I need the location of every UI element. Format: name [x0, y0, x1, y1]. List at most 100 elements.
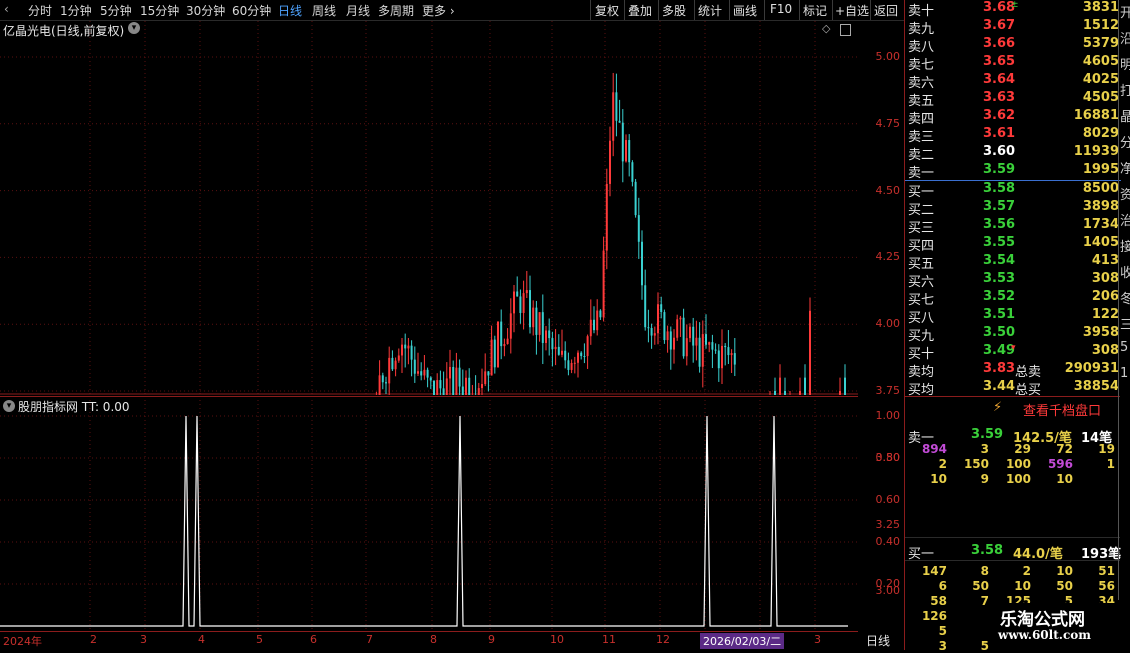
queue-order-size: 50: [972, 579, 989, 593]
candle-body: [809, 310, 811, 395]
tool-overlay-button[interactable]: 叠加: [628, 2, 652, 19]
candle-body: [391, 357, 394, 370]
order-book-row[interactable]: 买六 3.53 308: [905, 271, 1121, 290]
indicator-panel[interactable]: ▾ 股朋指标网 TT: 0.00: [0, 396, 858, 630]
order-book-row[interactable]: 卖三 3.61 8029: [905, 126, 1121, 145]
price-tick-label: 4.50: [875, 183, 901, 197]
tab-monthly[interactable]: 月线: [346, 2, 370, 19]
order-book-row[interactable]: 买三 3.56 1734: [905, 217, 1121, 236]
tab-30min[interactable]: 30分钟: [186, 2, 225, 19]
candle-body: [605, 183, 608, 251]
tab-weekly[interactable]: 周线: [312, 2, 336, 19]
candle-body: [394, 360, 397, 370]
indicator-options-icon[interactable]: ▾: [3, 400, 15, 412]
order-book-row[interactable]: 买十 3.49 308 ▾: [905, 343, 1121, 362]
tool-add-watchlist-button[interactable]: +自选: [835, 2, 869, 19]
level-label: 卖七: [908, 58, 935, 73]
tab-more[interactable]: 更多 ›: [422, 2, 455, 19]
summary-row: 买均 3.44 总买 38854: [905, 379, 1121, 398]
queue-order-size: 10: [1056, 564, 1073, 578]
tool-stats-button[interactable]: 统计: [698, 2, 722, 19]
candle-body: [477, 388, 480, 395]
candle-body: [730, 353, 733, 356]
level-label: 卖四: [908, 112, 935, 127]
queue-price: 3.58: [971, 543, 1004, 558]
order-book-row[interactable]: 买四 3.55 1405: [905, 235, 1121, 254]
candle-body: [397, 355, 400, 361]
candle-body: [426, 369, 429, 378]
candle-body: [637, 215, 640, 242]
candle-body: [401, 344, 403, 356]
tool-adjust-button[interactable]: 复权: [595, 2, 619, 19]
candle-body: [573, 362, 576, 364]
queue-head-row[interactable]: 买一 3.58 44.0/笔 193笔: [905, 543, 1121, 562]
order-book-row[interactable]: 买五 3.54 413: [905, 253, 1121, 272]
tool-mark-button[interactable]: 标记: [803, 2, 827, 19]
chart-options-icon[interactable]: ▾: [128, 22, 140, 34]
level-label: 卖九: [908, 22, 935, 37]
order-book-row[interactable]: 卖六 3.64 4025: [905, 72, 1121, 91]
panel-toggle-icon[interactable]: [840, 24, 851, 36]
order-book-row[interactable]: 买一 3.58 8500: [905, 181, 1121, 200]
order-book-row[interactable]: 买九 3.50 3958: [905, 325, 1121, 344]
level-volume: 4505: [1082, 90, 1119, 105]
level-volume: 308: [1091, 343, 1119, 358]
order-book-row[interactable]: 卖五 3.63 4505: [905, 90, 1121, 109]
tab-15min[interactable]: 15分钟: [140, 2, 179, 19]
summary-label: 卖均: [908, 365, 935, 380]
menu-arrow-icon[interactable]: ‹: [4, 2, 9, 16]
level-price: 3.58: [983, 181, 1016, 196]
tab-5min[interactable]: 5分钟: [100, 2, 132, 19]
diamond-icon[interactable]: ◇: [822, 22, 830, 35]
order-book-row[interactable]: 卖七 3.65 4605: [905, 54, 1121, 73]
tab-1min[interactable]: 1分钟: [60, 2, 92, 19]
level-volume: 16881: [1073, 108, 1119, 123]
level-label: 卖八: [908, 40, 935, 55]
tool-back-button[interactable]: 返回: [874, 2, 898, 19]
candle-body: [599, 310, 602, 318]
candle-body: [439, 380, 442, 389]
candle-body: [695, 337, 698, 346]
tab-multi-period[interactable]: 多周期: [378, 2, 414, 19]
order-book-row[interactable]: 买二 3.57 3898: [905, 199, 1121, 218]
candle-body: [410, 345, 413, 360]
candle-body: [621, 122, 624, 162]
level-label: 买七: [908, 293, 935, 308]
candle-body: [839, 391, 841, 395]
indicator-svg: [0, 396, 858, 630]
queue-order-size: 100: [1005, 457, 1031, 471]
tab-fenshi[interactable]: 分时: [28, 2, 52, 19]
date-tick-label: 10: [550, 633, 564, 646]
date-tick-label: 8: [430, 633, 437, 646]
order-book-row[interactable]: 卖八 3.66 5379: [905, 36, 1121, 55]
candle-body: [551, 338, 554, 350]
candle-body: [669, 331, 672, 350]
order-book-row[interactable]: 卖二 3.60 11939: [905, 144, 1121, 163]
tab-60min[interactable]: 60分钟: [232, 2, 271, 19]
tool-draw-button[interactable]: 画线: [733, 2, 757, 19]
level-price: 3.66: [983, 36, 1016, 51]
candle-body: [532, 307, 535, 328]
level-label: 买九: [908, 329, 935, 344]
candle-body: [657, 304, 659, 334]
candlestick-chart[interactable]: 亿晶光电(日线,前复权) ▾ ◇: [0, 21, 858, 395]
candle-body: [506, 338, 509, 345]
order-book-row[interactable]: 卖一 3.59 1995: [905, 162, 1121, 181]
candle-body: [577, 352, 579, 363]
order-book-row[interactable]: 买七 3.52 206: [905, 289, 1121, 308]
candle-body: [404, 344, 407, 349]
tool-multi-stock-button[interactable]: 多股: [662, 2, 686, 19]
candle-body: [634, 181, 637, 216]
order-book-row[interactable]: 卖四 3.62 16881: [905, 108, 1121, 127]
thousand-levels-button[interactable]: 查看千档盘口: [1023, 400, 1101, 419]
tab-daily[interactable]: 日线: [278, 2, 302, 19]
order-book-row[interactable]: 卖十 3.68 3831 ±: [905, 0, 1121, 19]
order-book-row[interactable]: 卖九 3.67 1512: [905, 18, 1121, 37]
date-tick-label: 2: [90, 633, 97, 646]
edge-clipped-text: 沿: [1120, 32, 1130, 47]
tool-f10-button[interactable]: F10: [770, 2, 792, 16]
order-book-row[interactable]: 买八 3.51 122: [905, 307, 1121, 326]
level-price: 3.55: [983, 235, 1016, 250]
indicator-tick-label: 0.60: [875, 493, 901, 506]
date-tick-label: 4: [198, 633, 205, 646]
